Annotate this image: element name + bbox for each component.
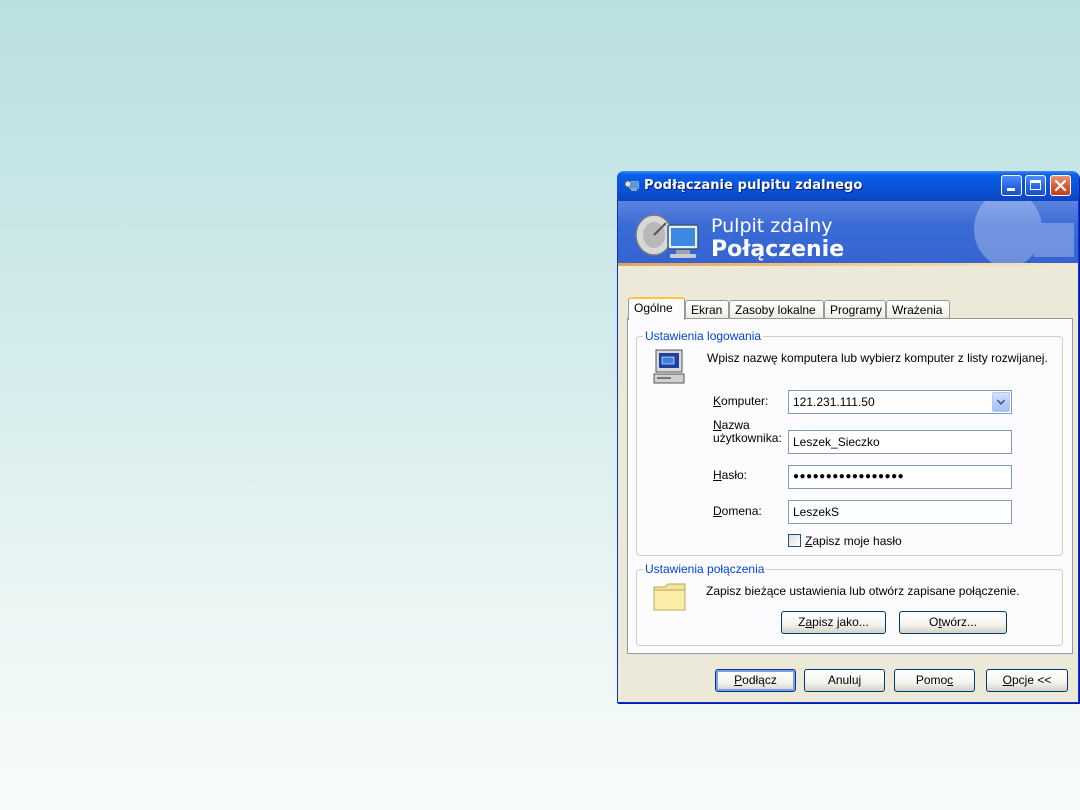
folder-icon (653, 583, 686, 611)
tab-general[interactable]: Ogólne (628, 297, 685, 320)
connection-instruction: Zapisz bieżące ustawienia lub otwórz zap… (706, 584, 1020, 598)
tab-label: Ekran (691, 303, 723, 317)
tab-local-resources[interactable]: Zasoby lokalne (729, 300, 824, 319)
banner-subtitle: Pulpit zdalny (711, 215, 833, 237)
password-label: Hasło: (713, 468, 748, 482)
cancel-button[interactable]: Anuluj (804, 669, 885, 692)
connect-button[interactable]: Podłącz (715, 669, 796, 692)
title-bar[interactable]: Podłączanie pulpitu zdalnego (617, 171, 1079, 201)
username-label-line2: użytkownika: (713, 431, 782, 445)
save-as-label: Zapisz jako... (798, 615, 869, 629)
domain-label: Domena: (713, 504, 762, 518)
connect-label: Podłącz (734, 673, 777, 687)
domain-value: LeszekS (793, 505, 840, 519)
tab-display[interactable]: Ekran (685, 300, 729, 319)
close-icon (1054, 179, 1067, 192)
tab-label: Zasoby lokalne (735, 303, 816, 317)
cancel-label: Anuluj (827, 673, 862, 687)
tab-label: Programy (830, 303, 883, 317)
username-label: Nazwa użytkownika: (713, 419, 782, 445)
header-banner: Pulpit zdalny Połączenie (618, 201, 1078, 263)
banner-watermark-icon (974, 201, 1074, 263)
banner-title: Połączenie (711, 237, 845, 262)
domain-field[interactable]: LeszekS (788, 500, 1012, 524)
minimize-icon (1007, 188, 1015, 191)
open-button[interactable]: Otwórz... (899, 611, 1007, 634)
connection-settings-group: Ustawienia połączenia Zapisz bieżące ust… (636, 562, 1063, 646)
tab-experience[interactable]: Wrażenia (886, 300, 950, 319)
computer-combobox[interactable]: 121.231.111.50 (788, 390, 1012, 414)
password-field[interactable]: ●●●●●●●●●●●●●●●●● (788, 465, 1012, 489)
tab-label: Wrażenia (892, 303, 943, 317)
help-button[interactable]: Pomoc (894, 669, 975, 692)
remote-desktop-icon (624, 180, 640, 191)
options-button[interactable]: Opcje << (986, 669, 1068, 692)
username-field[interactable]: Leszek_Sieczko (788, 430, 1012, 454)
maximize-button[interactable] (1025, 175, 1046, 196)
group-legend: Ustawienia połączenia (643, 562, 767, 576)
window-title: Podłączanie pulpitu zdalnego (644, 178, 863, 193)
chevron-down-icon (996, 399, 1006, 406)
open-label: Otwórz... (928, 615, 978, 629)
help-label: Pomoc (915, 673, 954, 687)
tab-programs[interactable]: Programy (824, 300, 886, 319)
computer-label: Komputer: (713, 394, 769, 408)
close-button[interactable] (1050, 175, 1071, 196)
maximize-icon (1030, 180, 1041, 190)
save-password-checkbox[interactable] (788, 534, 801, 547)
banner-divider (618, 263, 1078, 266)
tab-panel-general: Ustawienia logowania Wpisz nazwę kompute… (627, 318, 1073, 654)
minimize-button[interactable] (1001, 175, 1022, 196)
options-label: Opcje << (1002, 673, 1052, 687)
save-as-button[interactable]: Zapisz jako... (781, 611, 886, 634)
dropdown-arrow-button[interactable] (992, 392, 1010, 412)
computer-value: 121.231.111.50 (793, 395, 875, 409)
password-value: ●●●●●●●●●●●●●●●●● (793, 471, 905, 482)
username-value: Leszek_Sieczko (793, 435, 880, 449)
remote-desktop-window: Podłączanie pulpitu zdalnego Pulpit zdal… (617, 171, 1079, 703)
group-legend: Ustawienia logowania (643, 329, 764, 343)
login-instruction: Wpisz nazwę komputera lub wybierz komput… (707, 351, 1048, 365)
save-password-label[interactable]: Zapisz moje hasło (805, 534, 902, 548)
satellite-computer-icon (635, 214, 699, 258)
tab-label: Ogólne (634, 301, 673, 315)
username-label-line1: Nazwa (713, 418, 750, 432)
login-settings-group: Ustawienia logowania Wpisz nazwę kompute… (636, 329, 1063, 556)
computer-icon (653, 349, 685, 384)
